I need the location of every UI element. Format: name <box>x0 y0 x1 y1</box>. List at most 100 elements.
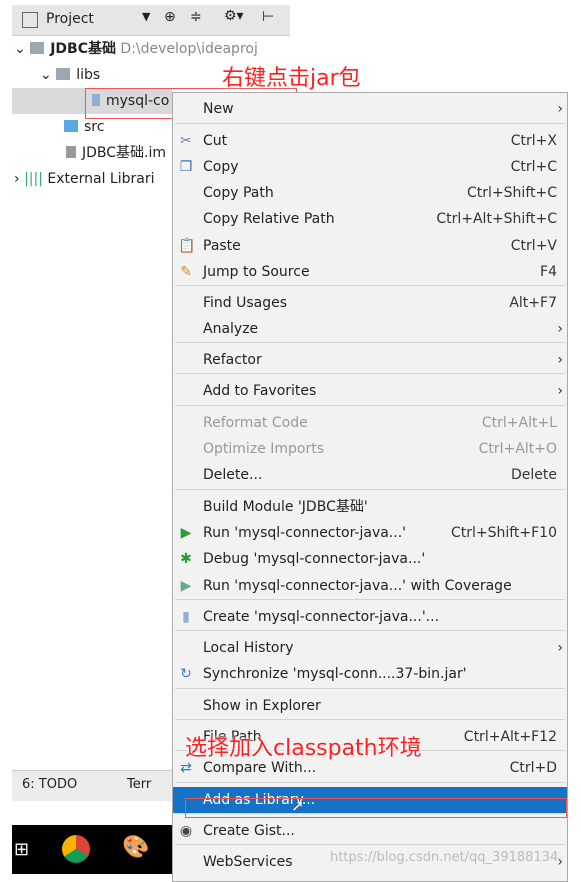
file-icon <box>66 146 76 158</box>
menu-separator <box>175 844 565 845</box>
annotation-right-click: 右键点击jar包 <box>222 66 361 91</box>
menu-item-shortcut: Ctrl+Alt+Shift+C <box>436 211 557 227</box>
menu-item-label: Show in Explorer <box>203 698 321 714</box>
locate-icon[interactable]: ⊕ <box>164 9 176 25</box>
menu-item-build-module-jdbc[interactable]: Build Module 'JDBC基础' <box>173 494 567 520</box>
menu-item-find-usages[interactable]: Find Usages Alt+F7 <box>173 290 567 316</box>
tree-item-libs[interactable]: ⌄ libs <box>40 62 100 88</box>
menu-item-reformat-code[interactable]: Reformat Code Ctrl+Alt+L <box>173 410 567 436</box>
gear-icon[interactable]: ⚙▾ <box>224 8 244 24</box>
menu-separator <box>175 599 565 600</box>
menu-item-label: Local History <box>203 640 294 656</box>
menu-item-create-gist[interactable]: ◉ Create Gist... <box>173 818 567 844</box>
menu-item-label: Reformat Code <box>203 415 308 431</box>
project-panel-header: Project ▼ ⊕ ≑ ⚙▾ ⊢ <box>12 5 290 36</box>
watermark: https://blog.csdn.net/qq_39188134 <box>330 850 559 865</box>
menu-item-shortcut: Ctrl+V <box>510 238 557 254</box>
project-icon <box>22 12 38 28</box>
menu-item-copy[interactable]: ❐ Copy Ctrl+C <box>173 154 567 180</box>
menu-item-add-to-favorites[interactable]: Add to Favorites › <box>173 378 567 404</box>
chevron-right-icon: › <box>557 321 563 337</box>
menu-item-shortcut: Ctrl+C <box>510 159 557 175</box>
menu-separator <box>175 630 565 631</box>
menu-item-copy-path[interactable]: Copy Path Ctrl+Shift+C <box>173 180 567 206</box>
chevron-right-icon: › <box>14 171 25 187</box>
terminal-tab[interactable]: Terr <box>127 777 151 792</box>
hide-icon[interactable]: ⊢ <box>262 9 274 25</box>
menu-item-label: Analyze <box>203 321 259 337</box>
menu-separator <box>175 342 565 343</box>
chevron-down-icon: ⌄ <box>14 41 31 57</box>
menu-item-run-mysql-connector-java[interactable]: ▶ Run 'mysql-connector-java...' Ctrl+Shift… <box>173 520 567 546</box>
menu-item-label: Optimize Imports <box>203 441 324 457</box>
paint-icon[interactable]: 🎨 <box>122 835 149 860</box>
menu-item-local-history[interactable]: Local History › <box>173 635 567 661</box>
menu-separator <box>175 719 565 720</box>
menu-item-label: Copy <box>203 159 239 175</box>
windows-icon[interactable]: ⊞ <box>14 839 29 860</box>
paste-icon: 📋 <box>178 238 196 254</box>
menu-item-shortcut: Delete <box>511 467 557 483</box>
menu-item-label: Copy Relative Path <box>203 211 335 227</box>
menu-item-refactor[interactable]: Refactor › <box>173 347 567 373</box>
menu-item-cut[interactable]: ✂ Cut Ctrl+X <box>173 128 567 154</box>
menu-item-label: Jump to Source <box>203 264 310 280</box>
jar-icon: ▮ <box>182 609 190 625</box>
menu-item-label: New <box>203 101 234 117</box>
menu-item-copy-relative-path[interactable]: Copy Relative Path Ctrl+Alt+Shift+C <box>173 206 567 232</box>
menu-separator <box>175 405 565 406</box>
menu-item-shortcut: Ctrl+Alt+O <box>478 441 557 457</box>
dropdown-icon[interactable]: ▼ <box>142 10 150 23</box>
menu-item-create-mysql-connector-java[interactable]: ▮ Create 'mysql-connector-java...'... <box>173 604 567 630</box>
chrome-icon[interactable] <box>62 835 90 863</box>
collapse-icon[interactable]: ≑ <box>190 9 202 25</box>
github-icon: ◉ <box>179 823 193 839</box>
scissors-icon: ✂ <box>180 133 192 149</box>
context-menu: New › ✂ Cut Ctrl+X ❐ Copy Ctrl+C Copy Path Ctrl+S… <box>172 92 568 882</box>
menu-item-new[interactable]: New › <box>173 96 567 122</box>
menu-item-shortcut: Ctrl+Alt+F12 <box>463 729 557 745</box>
menu-item-label: Paste <box>203 238 241 254</box>
menu-item-label: Copy Path <box>203 185 274 201</box>
todo-tab[interactable]: 6: TODO <box>22 777 77 792</box>
run-icon: ▶ <box>180 525 192 541</box>
menu-item-label: Delete... <box>203 467 263 483</box>
menu-item-jump-to-source[interactable]: ✎ Jump to Source F4 <box>173 259 567 285</box>
menu-separator <box>175 285 565 286</box>
menu-item-paste[interactable]: 📋 Paste Ctrl+V <box>173 233 567 259</box>
menu-item-label: Find Usages <box>203 295 288 311</box>
tree-item-iml[interactable]: JDBC基础.im <box>66 140 166 166</box>
sync-icon: ↻ <box>180 666 192 682</box>
menu-item-label: Run 'mysql-connector-java...' with Cover… <box>203 578 512 594</box>
menu-item-label: Add to Favorites <box>203 383 317 399</box>
chevron-right-icon: › <box>557 352 563 368</box>
menu-item-delete[interactable]: Delete... Delete <box>173 462 567 488</box>
menu-item-shortcut: F4 <box>540 264 557 280</box>
menu-separator <box>175 489 565 490</box>
menu-item-debug-mysql-connector-java[interactable]: ✱ Debug 'mysql-connector-java...' <box>173 546 567 572</box>
menu-item-label: Debug 'mysql-connector-java...' <box>203 551 426 567</box>
annotation-add-classpath: 选择加入classpath环境 <box>185 736 422 761</box>
folder-icon <box>56 68 71 80</box>
tree-item-external-libraries[interactable]: › |||| External Librari <box>14 166 154 192</box>
menu-item-optimize-imports[interactable]: Optimize Imports Ctrl+Alt+O <box>173 436 567 462</box>
menu-item-shortcut: Ctrl+X <box>510 133 557 149</box>
menu-item-label: Create Gist... <box>203 823 295 839</box>
menu-item-label: WebServices <box>203 854 293 870</box>
menu-item-label: Refactor <box>203 352 262 368</box>
tree-item-project[interactable]: ⌄ JDBC基础 D:\develop\ideaproj <box>14 36 258 62</box>
project-title[interactable]: Project <box>46 11 94 27</box>
chevron-down-icon: ⌄ <box>40 67 57 83</box>
menu-separator <box>175 123 565 124</box>
menu-item-show-in-explorer[interactable]: Show in Explorer <box>173 693 567 719</box>
menu-separator <box>175 373 565 374</box>
menu-item-label: Create 'mysql-connector-java...'... <box>203 609 440 625</box>
menu-item-label: Cut <box>203 133 228 149</box>
menu-item-run-mysql-connector-java-with-coverage[interactable]: ▶ Run 'mysql-connector-java...' with Cove… <box>173 573 567 599</box>
taskbar: ⊞ 🎨 <box>12 825 172 874</box>
menu-item-synchronize-mysql-conn-37-bin-jar[interactable]: ↻ Synchronize 'mysql-conn....37-bin.jar' <box>173 661 567 687</box>
library-icon: |||| <box>24 171 43 187</box>
menu-item-analyze[interactable]: Analyze › <box>173 316 567 342</box>
menu-item-shortcut: Ctrl+Shift+F10 <box>450 525 557 541</box>
menu-item-label: Run 'mysql-connector-java...' <box>203 525 407 541</box>
